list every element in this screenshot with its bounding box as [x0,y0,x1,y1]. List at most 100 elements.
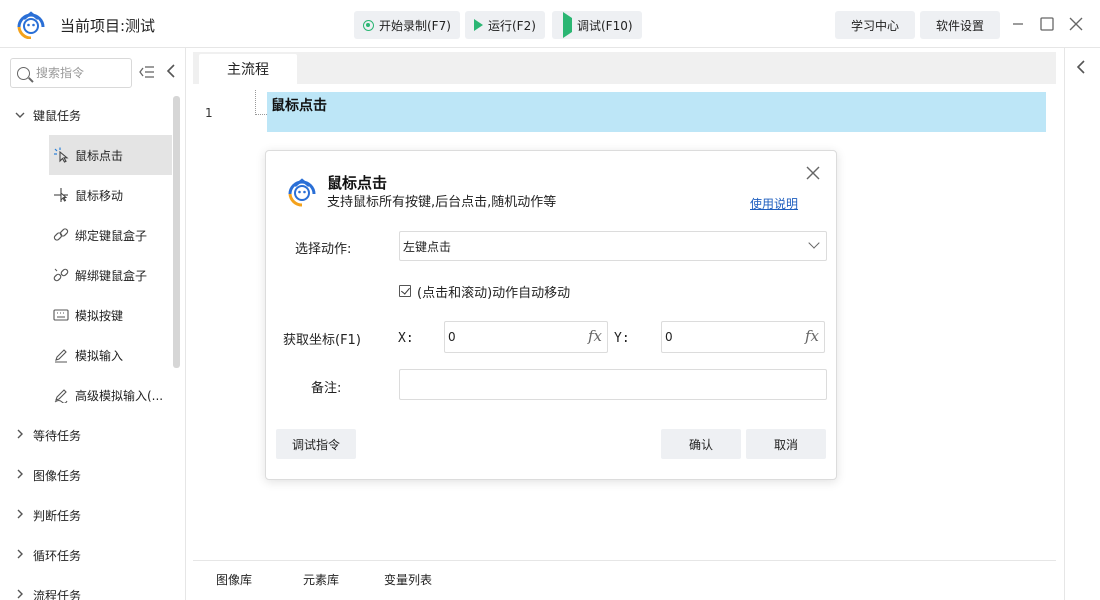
project-title: 当前项目:测试 [60,17,156,35]
debug-label: 调试(F10) [577,18,633,33]
start-record-button[interactable]: 开始录制(F7) [354,11,460,39]
collapse-all-icon[interactable] [139,65,155,79]
action-select[interactable]: 左键点击 [399,231,827,261]
hide-sidebar-chevron-icon[interactable] [165,62,177,82]
software-settings-button[interactable]: 软件设置 [920,11,1000,39]
group-flow[interactable]: 流程任务 [0,575,172,600]
cancel-button[interactable]: 取消 [746,429,826,459]
action-label: 选择动作: [295,242,352,257]
sidebar-item-label: 绑定键鼠盒子 [75,228,148,243]
group-label: 流程任务 [33,588,82,600]
maximize-icon [1040,17,1054,31]
dialog-title: 鼠标点击 [327,174,388,192]
group-label: 图像任务 [33,468,82,483]
sidebar-item-unbind-box[interactable]: 解绑键鼠盒子 [49,255,172,295]
chevron-right-icon [12,509,28,522]
help-link[interactable]: 使用说明 [750,195,798,212]
auto-move-checkbox[interactable] [399,285,411,297]
sidebar-item-label: 模拟按键 [75,308,124,323]
tab-element-library[interactable]: 元素库 [303,571,339,588]
expand-panel-chevron-icon[interactable] [1075,58,1087,81]
group-keymouse[interactable]: 键鼠任务 [0,95,172,135]
chevron-right-icon [12,589,28,600]
search-icon [17,66,30,80]
search-input[interactable] [36,66,116,80]
record-icon [363,19,374,31]
title-bar: 当前项目:测试 开始录制(F7) 运行(F2) 调试(F10) 学习中心 软件设… [0,0,1100,48]
close-icon [1069,17,1083,31]
app-logo-icon [17,11,45,39]
group-label: 等待任务 [33,428,82,443]
app-logo-icon [288,178,316,207]
y-coord-input[interactable]: 0 fx [661,321,825,353]
note-input[interactable] [399,369,827,400]
debug-button[interactable]: 调试(F10) [552,11,642,39]
group-loop[interactable]: 循环任务 [0,535,172,575]
chevron-right-icon [12,549,28,562]
group-judge[interactable]: 判断任务 [0,495,172,535]
sidebar-item-label: 模拟输入 [75,348,124,363]
sidebar-scrollbar[interactable] [173,96,180,368]
tree-guide [255,90,267,115]
maximize-button[interactable] [1037,14,1057,34]
coord-label: 获取坐标(F1) [283,333,361,348]
sidebar-item-simulate-key[interactable]: 模拟按键 [49,295,172,335]
group-label: 循环任务 [33,548,82,563]
right-panel [1064,48,1100,600]
sidebar-item-mouse-move[interactable]: 鼠标移动 [49,175,172,215]
run-button[interactable]: 运行(F2) [465,11,545,39]
link-icon [53,227,69,243]
sidebar-item-label: 鼠标点击 [75,148,124,163]
flow-line-row[interactable]: 鼠标点击 [267,92,1046,132]
learning-center-button[interactable]: 学习中心 [835,11,915,39]
unlink-icon [53,267,69,283]
search-box[interactable] [10,58,132,88]
sidebar-item-label: 高级模拟输入(... [75,388,164,403]
tab-variable-list[interactable]: 变量列表 [384,571,432,588]
chevron-right-icon [12,469,28,482]
sidebar-item-label: 鼠标移动 [75,188,124,203]
minimize-icon [1013,23,1023,25]
x-label: X: [398,331,414,346]
pen-icon [53,347,69,363]
fx-icon[interactable]: fx [588,327,602,345]
debug-command-button[interactable]: 调试指令 [276,429,356,459]
sidebar-item-simulate-input[interactable]: 模拟输入 [49,335,172,375]
keyboard-icon [53,307,69,323]
group-label: 键鼠任务 [33,108,82,123]
command-sidebar: 键鼠任务 鼠标点击 鼠标移动 绑定键鼠盒子 解绑键鼠盒子 模拟按键 模拟输 [0,48,186,600]
flow-line-text: 鼠标点击 [271,98,327,114]
y-coord-value: 0 [665,330,673,344]
dialog-subtitle: 支持鼠标所有按键,后台点击,随机动作等 [327,195,557,210]
action-select-value: 左键点击 [403,239,452,254]
tab-main-flow[interactable]: 主流程 [199,54,297,84]
minimize-button[interactable] [1008,14,1028,34]
confirm-button[interactable]: 确认 [661,429,741,459]
mouse-click-dialog: 鼠标点击 支持鼠标所有按键,后台点击,随机动作等 使用说明 选择动作: 左键点击… [265,150,837,480]
x-coord-value: 0 [448,330,456,344]
sidebar-item-bind-box[interactable]: 绑定键鼠盒子 [49,215,172,255]
mouse-click-icon [53,147,69,163]
group-label: 判断任务 [33,508,82,523]
auto-move-label: (点击和滚动)动作自动移动 [417,286,571,301]
chevron-down-icon [12,109,28,122]
advanced-pen-icon [53,387,69,403]
chevron-right-icon [12,429,28,442]
run-label: 运行(F2) [488,18,536,33]
group-wait[interactable]: 等待任务 [0,415,172,455]
y-label: Y: [614,331,630,346]
fx-icon[interactable]: fx [805,327,819,345]
group-image[interactable]: 图像任务 [0,455,172,495]
tab-image-library[interactable]: 图像库 [216,571,252,588]
bottom-tab-bar: 图像库 元素库 变量列表 [193,560,1056,600]
close-window-button[interactable] [1066,14,1086,34]
line-number: 1 [205,106,213,120]
mouse-move-icon [53,187,69,203]
sidebar-item-advanced-input[interactable]: 高级模拟输入(... [49,375,172,415]
sidebar-item-mouse-click[interactable]: 鼠标点击 [49,135,172,175]
dialog-close-icon[interactable] [804,164,822,182]
start-record-label: 开始录制(F7) [379,18,451,33]
debug-icon [561,12,572,38]
sidebar-item-label: 解绑键鼠盒子 [75,268,148,283]
x-coord-input[interactable]: 0 fx [444,321,608,353]
